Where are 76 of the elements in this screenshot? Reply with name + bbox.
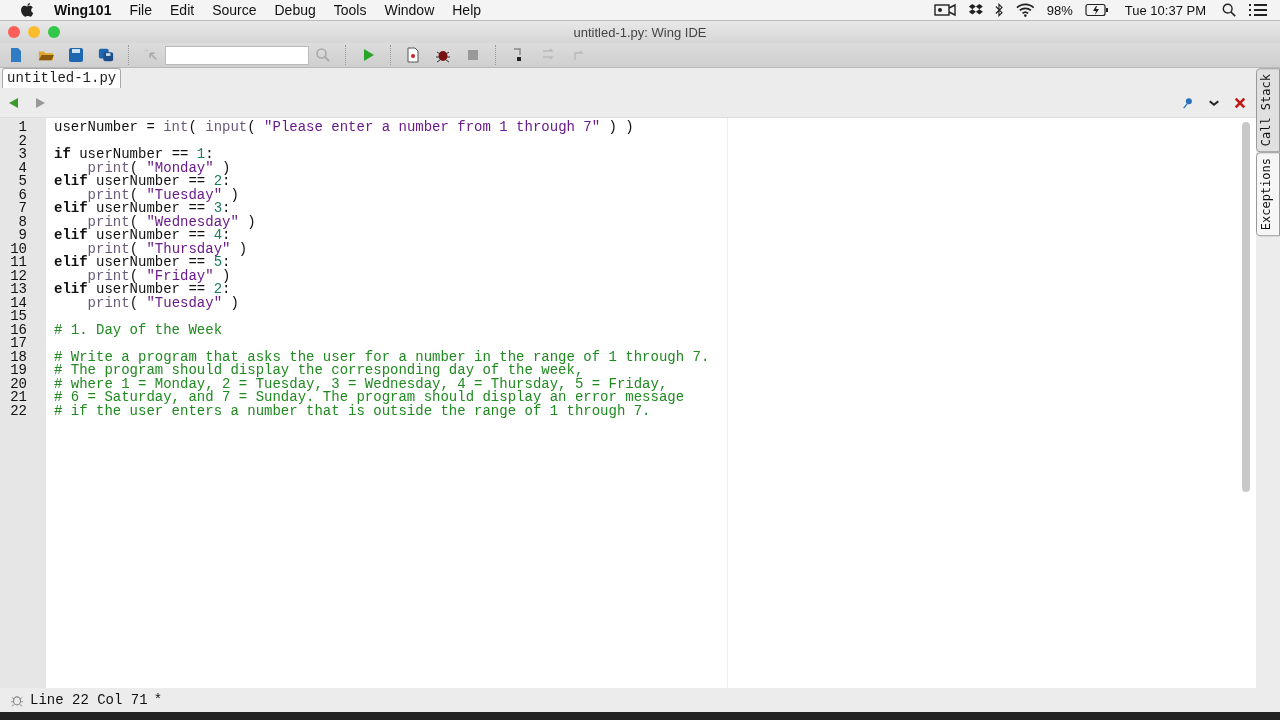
battery-percentage: 98% <box>1046 2 1073 18</box>
line-number: 21 <box>9 391 28 405</box>
menu-item[interactable]: Window <box>375 0 444 20</box>
line-number: 16 <box>9 323 28 337</box>
line-number: 3 <box>17 148 28 162</box>
search-field[interactable] <box>165 45 309 65</box>
line-number: 10 <box>9 242 28 256</box>
new-file-icon[interactable] <box>8 47 24 63</box>
code-line: print( "Wednesday" ) <box>87 215 256 229</box>
save-icon[interactable] <box>68 47 84 63</box>
line-number: 7 <box>17 202 28 216</box>
cursor-position: Line 22 Col 71 <box>30 692 148 708</box>
bluetooth-icon[interactable] <box>995 3 1005 17</box>
side-tab[interactable]: Exceptions <box>1256 152 1280 237</box>
line-number: 4 <box>17 161 28 175</box>
line-number: 19 <box>9 364 28 378</box>
menu-item[interactable]: Tools <box>324 0 376 20</box>
line-number: 13 <box>9 283 28 297</box>
code-line: elif userNumber == 2: <box>54 283 231 297</box>
line-number: 1 <box>17 121 28 135</box>
menu-item[interactable]: File <box>120 0 161 20</box>
breakpoint-file-icon[interactable] <box>405 47 421 63</box>
window-title: untitled-1.py: Wing IDE <box>573 24 707 40</box>
line-number: 2 <box>17 134 28 148</box>
box-icon[interactable] <box>967 3 984 17</box>
code-line: print( "Friday" ) <box>87 269 231 283</box>
code-line: print( "Monday" ) <box>87 161 231 175</box>
wifi-icon[interactable] <box>1016 3 1035 17</box>
code-line: elif userNumber == 5: <box>54 256 231 270</box>
pin-icon[interactable] <box>1182 96 1194 109</box>
code-line: # 1. Day of the Week <box>54 323 223 337</box>
close-window-button[interactable] <box>8 26 20 38</box>
line-number: 11 <box>9 256 28 270</box>
modified-marker: * <box>153 692 163 708</box>
code-line: # 6 = Saturday, and 7 = Sunday. The program should display an error message <box>54 391 685 405</box>
camera-icon[interactable] <box>933 3 956 17</box>
back-arrow-icon[interactable] <box>8 96 20 109</box>
line-number: 15 <box>9 310 28 324</box>
battery-charging-icon[interactable] <box>1084 3 1109 17</box>
search-icon[interactable] <box>1222 3 1236 17</box>
save-all-icon[interactable] <box>98 47 114 63</box>
forward-arrow-icon[interactable] <box>34 96 46 109</box>
line-number: 14 <box>9 296 28 310</box>
line-number: 6 <box>17 188 28 202</box>
code-line: userNumber = int( input( "Please enter a number from 1 through 7" ) ) <box>54 121 634 135</box>
line-number: 5 <box>17 175 28 189</box>
code-line: print( "Tuesday" ) <box>87 188 239 202</box>
code-line: print( "Thursday" ) <box>87 242 248 256</box>
scrollbar-thumb[interactable] <box>1242 122 1250 492</box>
menu-item[interactable]: Debug <box>265 0 325 20</box>
code-line: # The program should display the corresponding day of the week, <box>54 364 584 378</box>
line-number: 22 <box>9 404 28 418</box>
line-number: 20 <box>9 377 28 391</box>
apple-logo-icon[interactable] <box>20 2 34 18</box>
line-number: 8 <box>17 215 28 229</box>
line-number: 9 <box>17 229 28 243</box>
code-line: # if the user enters a number that is outside the range of 1 through 7. <box>54 404 651 418</box>
line-number: 17 <box>9 337 28 351</box>
line-number: 18 <box>9 350 28 364</box>
list-icon[interactable] <box>1248 3 1268 17</box>
menu-item[interactable]: Help <box>443 0 491 20</box>
code-line: print( "Tuesday" ) <box>86 296 239 310</box>
code-line: elif userNumber == 4: <box>54 229 231 243</box>
code-line: if userNumber == 1: <box>54 148 214 162</box>
line-number: 12 <box>9 269 28 283</box>
app-menu[interactable]: Wing101 <box>48 0 121 20</box>
side-tab[interactable]: Call Stack <box>1256 68 1280 153</box>
code-line: # Write a program that asks the user for a number in the range of 1 through 7. <box>54 350 710 364</box>
menu-item[interactable]: Edit <box>161 0 204 20</box>
close-icon[interactable] <box>1234 96 1246 109</box>
menu-item[interactable]: Source <box>203 0 266 20</box>
code-line: elif userNumber == 3: <box>54 202 231 216</box>
code-line: # where 1 = Monday, 2 = Tuesday, 3 = Wednesday, 4 = Thursday, 5 = Friday, <box>54 377 668 391</box>
clock[interactable]: Tue 10:37 PM <box>1124 2 1206 18</box>
code-line: elif userNumber == 2: <box>54 175 231 189</box>
file-tab[interactable]: untitled-1.py <box>2 68 122 88</box>
